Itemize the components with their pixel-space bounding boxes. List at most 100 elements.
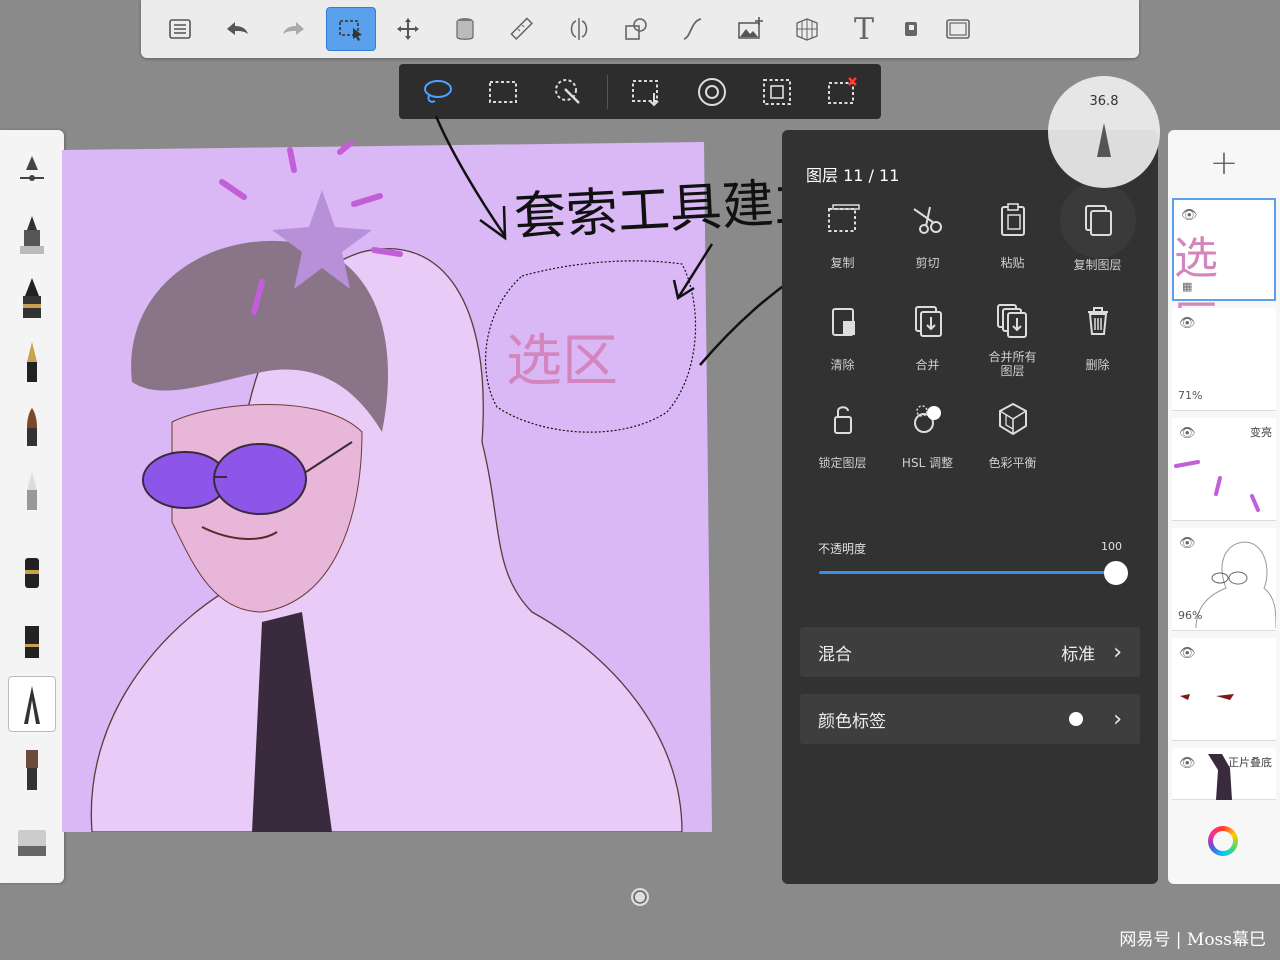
- hsl-icon: [913, 405, 941, 433]
- paintbrush-icon: [27, 408, 37, 446]
- eye-icon[interactable]: 👁: [1179, 646, 1196, 661]
- clear-selection-button[interactable]: [816, 70, 869, 114]
- opacity-value: 100: [1101, 540, 1122, 553]
- selection-feather-button[interactable]: [685, 70, 738, 114]
- brush-technical-pen[interactable]: [8, 676, 56, 732]
- delete-action[interactable]: 删除: [1055, 300, 1140, 373]
- layer-item[interactable]: 👁 选区 ▦: [1172, 198, 1276, 348]
- layer-preview: [1180, 694, 1234, 700]
- text-button[interactable]: T: [839, 7, 889, 51]
- add-image-icon: [738, 17, 763, 39]
- shape-button[interactable]: [611, 7, 661, 51]
- canvas-rotate-icon[interactable]: [629, 886, 651, 908]
- fullscreen-button[interactable]: [933, 7, 983, 51]
- chevron-right-icon: ›: [1113, 639, 1122, 665]
- layers-list-button[interactable]: [155, 7, 205, 51]
- perspective-button[interactable]: [782, 7, 832, 51]
- symmetry-icon: [570, 18, 588, 40]
- curve-button[interactable]: [668, 7, 718, 51]
- paste-icon: [1000, 203, 1025, 236]
- blend-mode-row[interactable]: 混合 标准 ›: [800, 627, 1140, 677]
- add-layer-button[interactable]: +: [1168, 130, 1280, 195]
- duplicate-layer-action[interactable]: 复制图层: [1055, 182, 1140, 273]
- clear-action[interactable]: 清除: [800, 300, 885, 373]
- layer-item[interactable]: 👁 71%: [1172, 308, 1276, 411]
- layer-item[interactable]: 👁 96%: [1172, 528, 1276, 631]
- text-icon: T: [853, 11, 874, 47]
- brush-smudge[interactable]: [8, 742, 56, 798]
- layer-item[interactable]: 👁: [1172, 638, 1276, 741]
- curve-icon: [683, 18, 702, 40]
- layer-preview: [1208, 754, 1232, 800]
- merge-label: 合并: [915, 358, 940, 372]
- eye-icon[interactable]: 👁: [1181, 208, 1198, 223]
- stamp-icon: [25, 626, 39, 658]
- brush-library: [0, 130, 64, 883]
- magic-wand-button[interactable]: [542, 70, 595, 114]
- lock-layer-action[interactable]: 锁定图层: [800, 398, 885, 471]
- selection-transform-button[interactable]: [620, 70, 673, 114]
- opacity-slider-knob[interactable]: [1104, 561, 1128, 585]
- opacity-slider-track[interactable]: [819, 571, 1115, 574]
- hsl-action[interactable]: HSL 调整: [885, 398, 970, 471]
- toolbar-divider: [606, 74, 608, 109]
- fullscreen-icon: [946, 19, 970, 39]
- select-all-button[interactable]: [750, 70, 803, 114]
- merge-action[interactable]: 合并: [885, 300, 970, 373]
- ruler-button[interactable]: [497, 7, 547, 51]
- brush-eraser[interactable]: [8, 812, 56, 868]
- magic-wand-icon: [555, 78, 581, 104]
- drawing-canvas[interactable]: 选区: [62, 139, 712, 833]
- cut-action[interactable]: 剪切: [885, 198, 970, 271]
- rect-select-button[interactable]: [476, 70, 529, 114]
- clear-selection-icon: [828, 76, 858, 104]
- color-tag-row[interactable]: 颜色标签 ›: [800, 694, 1140, 744]
- airbrush-icon: [20, 216, 44, 254]
- brush-marker[interactable]: [8, 270, 56, 326]
- symmetry-button[interactable]: [554, 7, 604, 51]
- glasses-right-lens: [213, 443, 307, 515]
- color-picker-button[interactable]: [1208, 826, 1238, 856]
- layer-item[interactable]: 👁 变亮: [1172, 418, 1276, 521]
- eye-icon[interactable]: 👁: [1179, 316, 1196, 331]
- select-all-icon: [763, 78, 792, 105]
- clear-layer-icon: [831, 308, 855, 336]
- add-image-button[interactable]: [725, 7, 775, 51]
- brush-stamp[interactable]: [8, 610, 56, 666]
- layer-opacity: 96%: [1178, 609, 1203, 622]
- brush-size-puck[interactable]: 36.8: [1048, 76, 1160, 188]
- undo-button[interactable]: [212, 7, 262, 51]
- redo-button[interactable]: [269, 7, 319, 51]
- paste-action[interactable]: 粘贴: [970, 198, 1055, 271]
- clear-label: 清除: [830, 358, 855, 372]
- selection-icon: [339, 20, 362, 41]
- selection-toolbar: [399, 64, 881, 119]
- eye-icon[interactable]: 👁: [1179, 756, 1196, 771]
- brush-ink-pen[interactable]: [8, 334, 56, 390]
- lasso-select-button[interactable]: [411, 70, 464, 114]
- brush-chalk[interactable]: [8, 540, 56, 596]
- color-balance-action[interactable]: 色彩平衡: [970, 398, 1055, 471]
- brush-paintbrush[interactable]: [8, 398, 56, 454]
- delete-label: 删除: [1085, 358, 1110, 372]
- scissors-icon: [912, 206, 942, 234]
- fill-button[interactable]: [440, 7, 490, 51]
- brush-settings-button[interactable]: [8, 142, 56, 198]
- brush-settings-icon: [20, 156, 44, 181]
- trash-icon: [1087, 307, 1108, 335]
- merge-all-label: 合并所有 图层: [988, 350, 1037, 378]
- lock-layer-label: 锁定图层: [818, 456, 867, 470]
- transform-button[interactable]: [383, 7, 433, 51]
- merge-all-action[interactable]: 合并所有 图层: [970, 300, 1055, 378]
- selection-tool-button[interactable]: [326, 7, 376, 51]
- smudge-icon: [26, 750, 38, 790]
- lock-icon: [833, 406, 852, 434]
- flipbook-button[interactable]: [896, 7, 926, 51]
- brush-airbrush[interactable]: [8, 206, 56, 262]
- copy-action[interactable]: 复制: [800, 198, 885, 271]
- color-tag-dot: [1069, 712, 1084, 726]
- copy-selection-icon: [827, 204, 860, 232]
- transform-icon: [397, 18, 419, 40]
- layer-item[interactable]: 👁 正片叠底: [1172, 748, 1276, 800]
- brush-pencil[interactable]: [8, 462, 56, 518]
